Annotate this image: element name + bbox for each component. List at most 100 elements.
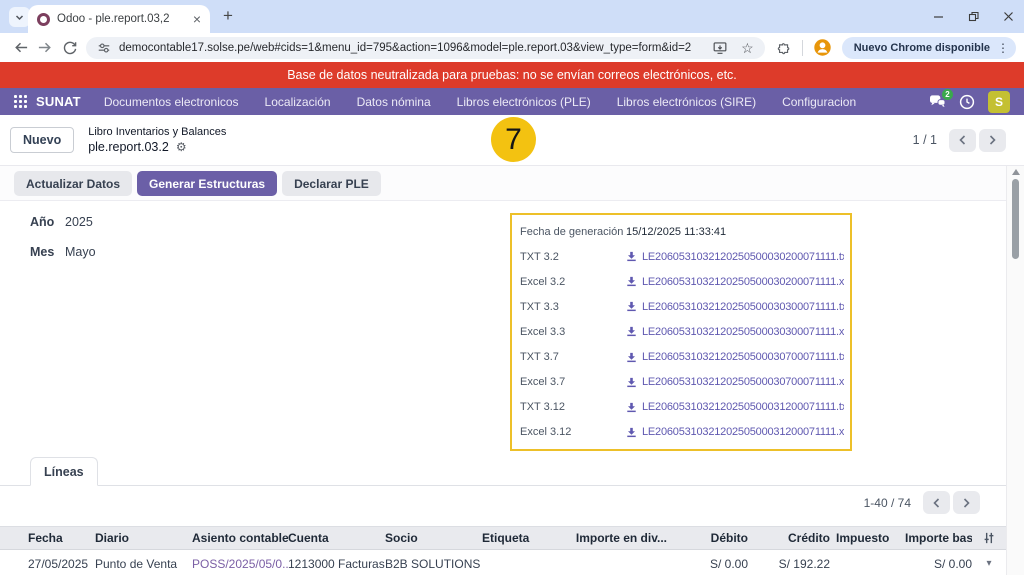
file-label: TXT 3.12	[520, 401, 626, 413]
file-download-link[interactable]: LE2060531032120250500031200071111.xls	[626, 426, 844, 438]
send-to-device-icon[interactable]	[712, 40, 728, 55]
file-label: Excel 3.12	[520, 426, 626, 438]
navbar-menu-item[interactable]: Configuracion	[769, 95, 869, 109]
cell-fecha[interactable]: 27/05/2025	[0, 557, 95, 571]
year-value[interactable]: 2025	[65, 215, 93, 229]
generate-structures-button[interactable]: Generar Estructuras	[137, 171, 277, 196]
update-data-button[interactable]: Actualizar Datos	[14, 171, 132, 196]
tab-title: Odoo - ple.report.03,2	[57, 13, 186, 25]
month-value[interactable]: Mayo	[65, 245, 96, 259]
browser-menu-icon[interactable]: ⋮	[997, 42, 1009, 54]
file-download-link[interactable]: LE2060531032120250500030700071111.xls	[626, 376, 844, 388]
month-label: Mes	[30, 245, 65, 259]
user-avatar[interactable]: S	[988, 91, 1010, 113]
tab-lineas[interactable]: Líneas	[30, 457, 98, 486]
tab-search-button[interactable]	[9, 7, 30, 27]
pager-next-button[interactable]	[979, 129, 1006, 152]
new-record-button[interactable]: Nuevo	[10, 127, 74, 153]
cell-cuenta[interactable]: 1213000 Facturas...	[288, 557, 385, 571]
bookmark-star-icon[interactable]: ☆	[741, 41, 754, 55]
scrollbar-thumb[interactable]	[1012, 179, 1019, 259]
declare-ple-button[interactable]: Declarar PLE	[282, 171, 381, 196]
apps-grid-icon[interactable]	[14, 95, 27, 108]
cell-debito[interactable]: S/ 0.00	[667, 557, 748, 571]
cell-importe-base[interactable]: S/ 0.00	[905, 557, 972, 571]
header-importe-base[interactable]: Importe base	[905, 531, 972, 545]
download-icon	[626, 301, 637, 312]
month-field: Mes Mayo	[30, 245, 96, 259]
header-fecha[interactable]: Fecha	[0, 531, 95, 545]
form-view: Actualizar Datos Generar Estructuras Dec…	[0, 166, 1006, 575]
forward-button[interactable]	[33, 35, 58, 61]
header-importe-div[interactable]: Importe en div...	[575, 531, 667, 545]
header-credito[interactable]: Crédito	[748, 531, 830, 545]
lines-pager-count: 1-40 / 74	[864, 496, 911, 510]
navbar-menu-item[interactable]: Documentos electronicos	[91, 95, 252, 109]
window-restore-icon[interactable]	[968, 11, 979, 22]
action-gear-icon[interactable]: ⚙	[176, 141, 187, 153]
file-name: LE2060531032120250500031200071111.xls	[642, 426, 844, 438]
pager-previous-button[interactable]	[949, 129, 976, 152]
header-impuesto[interactable]: Impuesto	[830, 531, 905, 545]
browser-tab[interactable]: Odoo - ple.report.03,2 ×	[28, 5, 210, 33]
navbar-menu-item[interactable]: Localización	[252, 95, 344, 109]
header-cuenta[interactable]: Cuenta	[288, 531, 385, 545]
header-socio[interactable]: Socio	[385, 531, 482, 545]
navbar-menu-item[interactable]: Libros electrónicos (SIRE)	[604, 95, 769, 109]
file-row: TXT 3.2 LE206053103212025050003020007111…	[520, 251, 844, 263]
header-diario[interactable]: Diario	[95, 531, 192, 545]
navbar-menu-item[interactable]: Datos nómina	[344, 95, 444, 109]
form-sheet: Año 2025 Mes Mayo Fecha de generación 15…	[0, 200, 1006, 575]
download-icon	[626, 402, 637, 413]
file-download-link[interactable]: LE2060531032120250500030300071111.txt	[626, 301, 844, 313]
chat-unread-badge: 2	[942, 89, 953, 100]
reload-button[interactable]	[57, 35, 82, 61]
tab-close-icon[interactable]: ×	[193, 12, 201, 26]
extensions-icon[interactable]	[776, 40, 792, 56]
download-icon	[626, 251, 637, 262]
table-row[interactable]: 27/05/2025 Punto de Venta POSS/2025/05/0…	[0, 550, 1006, 575]
file-download-link[interactable]: LE2060531032120250500030200071111.xls	[626, 276, 844, 288]
column-sliders-icon	[982, 531, 996, 545]
file-name: LE2060531032120250500030700071111.xls	[642, 376, 844, 388]
new-tab-button[interactable]: +	[223, 6, 233, 26]
window-close-icon[interactable]	[1003, 11, 1014, 22]
chrome-update-button[interactable]: Nuevo Chrome disponible ⋮	[842, 37, 1016, 59]
lines-pager-next-button[interactable]	[953, 491, 980, 514]
profile-avatar-icon[interactable]	[813, 38, 832, 57]
app-brand[interactable]: SUNAT	[36, 94, 81, 109]
toolbar-separator	[802, 40, 803, 56]
activities-clock-icon[interactable]	[959, 94, 975, 110]
generation-date-label: Fecha de generación	[520, 226, 626, 238]
back-button[interactable]	[8, 35, 33, 61]
scrollbar-up-arrow-icon[interactable]	[1012, 169, 1020, 175]
cell-socio[interactable]: B2B SOLUTIONS ...	[385, 557, 482, 571]
optional-columns-button[interactable]	[972, 531, 1006, 545]
file-download-link[interactable]: LE2060531032120250500030200071111.txt	[626, 251, 844, 263]
site-settings-icon[interactable]	[97, 41, 111, 55]
breadcrumb-title[interactable]: Libro Inventarios y Balances	[88, 125, 226, 139]
window-controls	[933, 0, 1014, 33]
breadcrumb: Libro Inventarios y Balances ple.report.…	[88, 125, 226, 155]
file-download-link[interactable]: LE2060531032120250500031200071111.txt	[626, 401, 844, 413]
window-minimize-icon[interactable]	[933, 11, 944, 22]
cell-diario[interactable]: Punto de Venta	[95, 557, 192, 571]
url-text[interactable]: democontable17.solse.pe/web#cids=1&menu_…	[119, 42, 704, 54]
page-scrollbar	[1006, 166, 1024, 575]
cell-credito[interactable]: S/ 192.22	[748, 557, 830, 571]
header-etiqueta[interactable]: Etiqueta	[482, 531, 575, 545]
row-caret-down-icon[interactable]: ▾	[986, 558, 991, 569]
file-download-link[interactable]: LE2060531032120250500030700071111.txt	[626, 351, 844, 363]
cell-asiento-link[interactable]: POSS/2025/05/0...	[192, 557, 288, 571]
lines-pager-previous-button[interactable]	[923, 491, 950, 514]
navbar-menu-item[interactable]: Libros electrónicos (PLE)	[444, 95, 604, 109]
file-download-link[interactable]: LE2060531032120250500030300071111.xls	[626, 326, 844, 338]
chat-button[interactable]: 2	[929, 94, 946, 109]
header-debito[interactable]: Débito	[667, 531, 748, 545]
year-field: Año 2025	[30, 215, 93, 229]
header-asiento[interactable]: Asiento contable	[192, 531, 288, 545]
table-header-row: Fecha Diario Asiento contable Cuenta Soc…	[0, 526, 1006, 550]
address-bar[interactable]: democontable17.solse.pe/web#cids=1&menu_…	[86, 37, 765, 59]
lines-table: Fecha Diario Asiento contable Cuenta Soc…	[0, 526, 1006, 575]
generated-files-group: Fecha de generación 15/12/2025 11:33:41 …	[510, 213, 852, 451]
